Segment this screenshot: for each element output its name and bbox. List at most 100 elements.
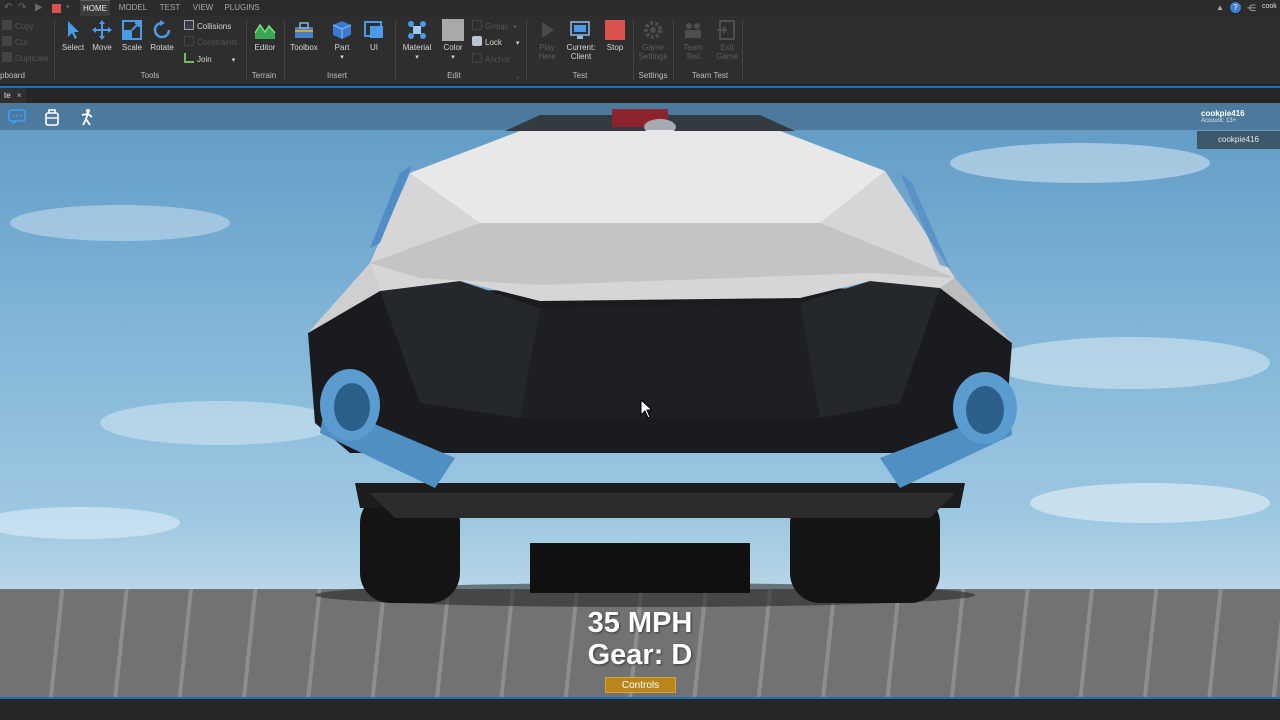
game-topbar: cookpie416 Account: 13+ [0,103,1280,130]
tab-plugins[interactable]: PLUGINS [222,0,262,16]
duplicate-icon [2,52,12,62]
redo-icon[interactable]: ↷ [18,3,28,13]
stop-button[interactable]: Stop [598,19,632,52]
test-group-label: Test [572,71,588,80]
tab-model[interactable]: MODEL [116,0,150,16]
chevron-down-icon: ▾ [231,57,236,64]
collapse-ribbon-icon[interactable]: ▲ [1216,2,1224,14]
divider [526,20,527,80]
scale-button[interactable]: Scale [115,19,149,52]
backpack-icon[interactable] [43,108,61,126]
edit-group-label: Edit [447,71,461,80]
color-swatch-icon [442,19,464,41]
share-icon[interactable]: ⋲ [1247,2,1256,14]
join-dropdown[interactable]: Join ▾ [184,53,235,67]
group-icon [472,20,482,30]
divider [742,20,743,80]
undo-icon[interactable]: ↶ [4,3,14,13]
material-button[interactable]: Material ▾ [400,19,434,61]
copy-button[interactable]: Copy [2,20,34,34]
join-icon [184,53,194,63]
document-tab[interactable]: te × [0,88,26,103]
chevron-down-icon[interactable]: ▾ [66,3,76,13]
user-menu[interactable]: cook [1262,3,1277,10]
exit-icon [717,20,735,40]
divider [284,20,285,80]
team-test-group-label: Team Test [691,71,729,80]
terrain-group-label: Terrain [251,71,277,80]
chevron-down-icon: ▾ [340,54,344,61]
collisions-toggle[interactable]: Collisions [184,20,231,34]
group-button[interactable]: Group ▾ [472,20,517,34]
title-bar: ↶ ↷ ▶ ▾ HOME MODEL TEST VIEW PLUGINS ▲ ?… [0,0,1280,16]
insert-group-label: Insert [326,71,347,80]
rotate-icon [153,20,171,39]
color-button[interactable]: Color ▾ [436,19,470,61]
play-icon [542,22,554,38]
select-icon [68,21,79,39]
emote-icon[interactable] [78,108,96,126]
account-label: Account: 13+ [1201,118,1237,124]
collisions-icon [184,20,194,30]
ribbon: Copy Cut Duplicate pboard Select Move Sc… [0,16,1280,85]
gear-icon [644,21,662,39]
move-button[interactable]: Move [85,19,119,52]
scale-icon [122,20,142,40]
copy-icon [2,20,12,30]
tab-home[interactable]: HOME [80,0,110,16]
game-settings-button[interactable]: Game Settings [636,19,670,61]
tab-test[interactable]: TEST [156,0,184,16]
constraints-toggle[interactable]: Constraints [184,36,237,50]
material-icon [408,21,426,39]
chat-icon[interactable] [8,108,26,126]
cut-icon [2,36,12,46]
anchor-icon [472,53,482,63]
speedometer-text: 35 MPH [587,607,693,639]
chevron-down-icon: ▾ [513,24,517,31]
gear-indicator: Gear: D [587,639,693,671]
toolbox-button[interactable]: Toolbox [287,19,321,52]
constraints-icon [184,36,194,46]
stop-small-icon[interactable] [52,4,61,13]
mouse-cursor-icon [640,399,654,419]
move-icon [92,20,112,40]
tab-view[interactable]: VIEW [190,0,216,16]
lock-button[interactable]: Lock ▾ [472,36,519,50]
exit-game-button[interactable]: Exit Game [710,19,744,61]
controls-button[interactable]: Controls [605,677,676,693]
divider [54,20,55,80]
chevron-down-icon: ▾ [515,40,520,47]
team-icon [685,23,701,38]
terrain-editor-button[interactable]: Editor [248,19,282,52]
ui-icon [364,21,383,38]
chevron-down-icon: ▾ [451,54,455,61]
team-test-button[interactable]: Team Test [676,19,710,61]
close-icon[interactable]: × [17,91,22,100]
document-tab-label: te [4,91,11,100]
lock-icon [472,36,482,46]
divider [395,20,396,80]
help-icon[interactable]: ? [1230,2,1241,13]
document-tab-strip: te × [0,86,1280,103]
expand-edit-icon[interactable]: ⌟ [516,73,519,80]
toolbox-icon [295,22,313,38]
game-viewport[interactable]: cookpie416 Account: 13+ cookpie416 35 MP… [0,103,1280,697]
ui-button[interactable]: UI [357,19,391,52]
player-name: cookpie416 [1201,109,1245,118]
settings-group-label: Settings [638,71,668,80]
cut-button[interactable]: Cut [2,36,27,50]
terrain-icon [254,23,276,39]
play-here-button[interactable]: Play Here [530,19,564,61]
player-list-entry[interactable]: cookpie416 [1197,131,1280,149]
anchor-button[interactable]: Anchor [472,53,510,67]
stop-icon [605,20,625,40]
divider [673,20,674,80]
client-monitor-icon [570,21,590,39]
part-button[interactable]: Part ▾ [325,19,359,61]
play-small-icon[interactable]: ▶ [35,3,45,13]
part-icon [332,21,352,39]
chevron-down-icon: ▾ [415,54,419,61]
rotate-button[interactable]: Rotate [145,19,179,52]
current-client-button[interactable]: Current: Client [564,19,598,61]
duplicate-button[interactable]: Duplicate [2,52,48,66]
